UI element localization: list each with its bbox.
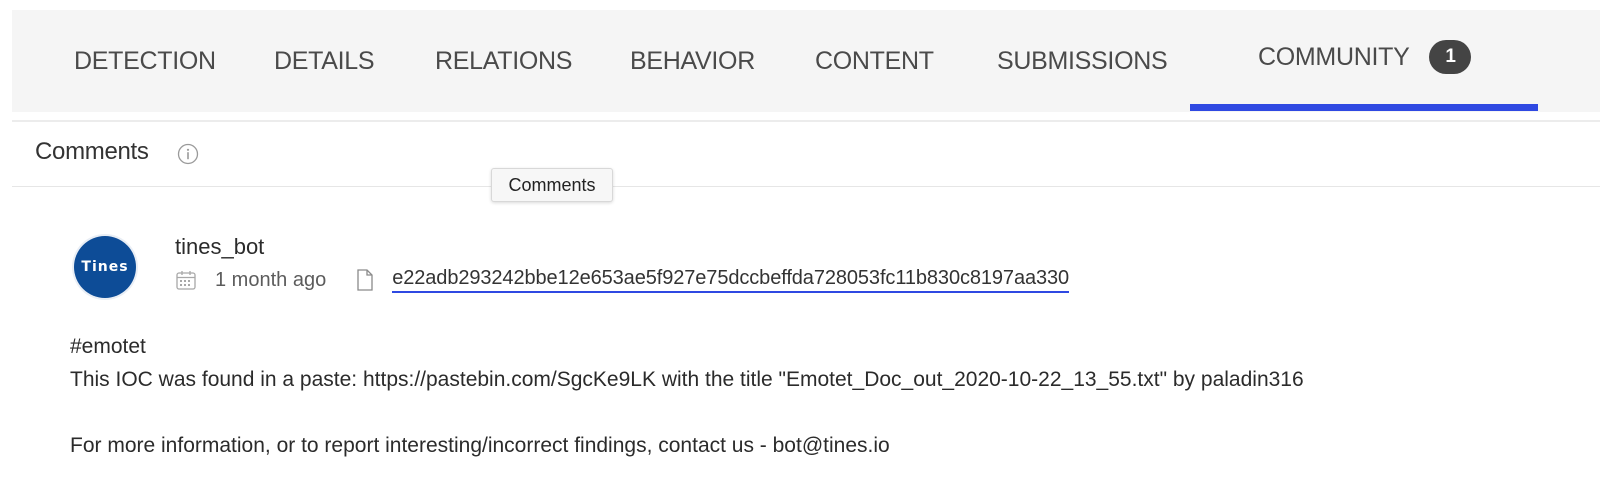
divider: [12, 120, 1600, 122]
tab-label: DETAILS: [274, 46, 375, 75]
tab-bar: DETECTION DETAILS RELATIONS BEHAVIOR CON…: [12, 10, 1600, 112]
comment-time: 1 month ago: [215, 268, 327, 291]
tab-label: DETECTION: [74, 46, 216, 75]
tab-label: CONTENT: [815, 46, 934, 75]
tab-details[interactable]: DETAILS: [274, 10, 375, 112]
avatar-logo: Tines: [74, 236, 136, 298]
tab-submissions[interactable]: SUBMISSIONS: [997, 10, 1168, 112]
divider: [12, 186, 1600, 187]
comment-line: #emotet: [70, 335, 146, 358]
avatar[interactable]: Tines: [72, 234, 138, 300]
tab-label: SUBMISSIONS: [997, 46, 1168, 75]
comment-body: #emotet This IOC was found in a paste: h…: [70, 330, 1304, 462]
comment-author[interactable]: tines_bot: [175, 234, 264, 260]
tab-label: COMMUNITY: [1258, 42, 1410, 71]
file-icon: [357, 269, 373, 291]
tab-detection[interactable]: DETECTION: [74, 10, 216, 112]
active-tab-indicator: [1190, 104, 1538, 111]
tab-label: RELATIONS: [435, 46, 573, 75]
comment-line: For more information, or to report inter…: [70, 434, 890, 457]
tab-label: BEHAVIOR: [630, 46, 755, 75]
comment-line: This IOC was found in a paste: https://p…: [70, 368, 1304, 391]
tab-community[interactable]: COMMUNITY 1: [1258, 6, 1472, 108]
tooltip: Comments: [491, 168, 613, 202]
info-icon[interactable]: [177, 143, 199, 165]
tab-content[interactable]: CONTENT: [815, 10, 934, 112]
comment-meta: 1 month ago e22adb293242bbe12e653ae5f927…: [175, 266, 1069, 294]
tab-behavior[interactable]: BEHAVIOR: [630, 10, 755, 112]
calendar-icon: [176, 271, 196, 290]
section-title: Comments: [35, 138, 149, 165]
file-hash-link[interactable]: e22adb293242bbe12e653ae5f927e75dccbeffda…: [392, 267, 1069, 293]
count-badge: 1: [1429, 40, 1472, 74]
tab-relations[interactable]: RELATIONS: [435, 10, 572, 112]
